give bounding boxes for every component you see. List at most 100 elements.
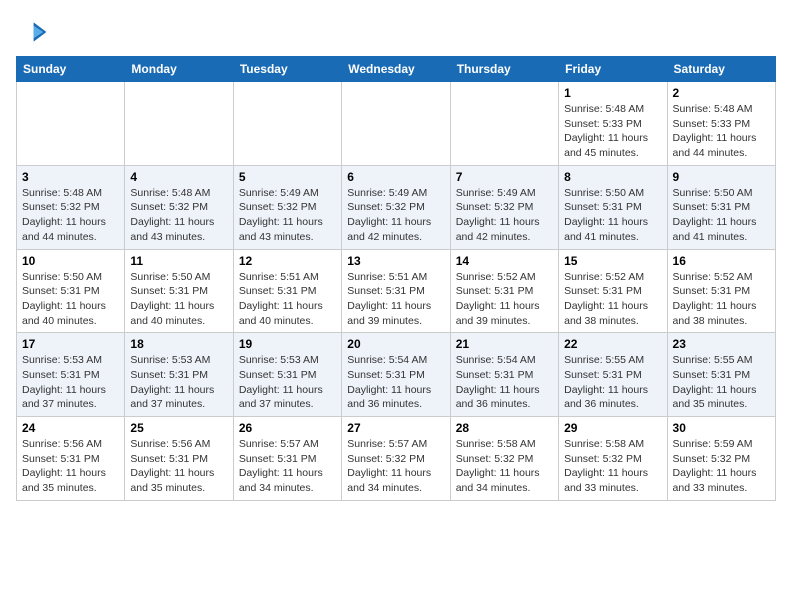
day-info: Sunrise: 5:55 AM Sunset: 5:31 PM Dayligh… (673, 353, 770, 412)
calendar-cell: 29 Sunrise: 5:58 AM Sunset: 5:32 PM Dayli… (559, 417, 667, 501)
day-info: Sunrise: 5:50 AM Sunset: 5:31 PM Dayligh… (564, 186, 661, 245)
day-info: Sunrise: 5:52 AM Sunset: 5:31 PM Dayligh… (564, 270, 661, 329)
day-number: 20 (347, 337, 444, 351)
calendar-cell: 22 Sunrise: 5:55 AM Sunset: 5:31 PM Dayli… (559, 333, 667, 417)
day-number: 23 (673, 337, 770, 351)
logo-icon (16, 16, 48, 48)
calendar-cell: 24 Sunrise: 5:56 AM Sunset: 5:31 PM Dayli… (17, 417, 125, 501)
day-info: Sunrise: 5:58 AM Sunset: 5:32 PM Dayligh… (456, 437, 553, 496)
calendar-cell: 1Sunrise: 5:48 AM Sunset: 5:33 PM Daylig… (559, 82, 667, 166)
weekday-monday: Monday (125, 57, 233, 82)
day-number: 29 (564, 421, 661, 435)
calendar-cell: 23 Sunrise: 5:55 AM Sunset: 5:31 PM Dayli… (667, 333, 775, 417)
calendar-cell (450, 82, 558, 166)
page-header (16, 16, 776, 48)
day-number: 22 (564, 337, 661, 351)
calendar-cell: 9 Sunrise: 5:50 AM Sunset: 5:31 PM Daylig… (667, 165, 775, 249)
calendar-cell: 16 Sunrise: 5:52 AM Sunset: 5:31 PM Dayli… (667, 249, 775, 333)
day-number: 6 (347, 170, 444, 184)
calendar-cell: 5 Sunrise: 5:49 AM Sunset: 5:32 PM Daylig… (233, 165, 341, 249)
day-info: Sunrise: 5:52 AM Sunset: 5:31 PM Dayligh… (673, 270, 770, 329)
calendar-week-2: 3 Sunrise: 5:48 AM Sunset: 5:32 PM Daylig… (17, 165, 776, 249)
day-number: 26 (239, 421, 336, 435)
calendar-week-4: 17 Sunrise: 5:53 AM Sunset: 5:31 PM Dayli… (17, 333, 776, 417)
calendar-table: SundayMondayTuesdayWednesdayThursdayFrid… (16, 56, 776, 501)
day-info: Sunrise: 5:48 AM Sunset: 5:32 PM Dayligh… (130, 186, 227, 245)
calendar-cell: 18 Sunrise: 5:53 AM Sunset: 5:31 PM Dayli… (125, 333, 233, 417)
day-number: 11 (130, 254, 227, 268)
day-number: 14 (456, 254, 553, 268)
day-number: 8 (564, 170, 661, 184)
day-info: Sunrise: 5:54 AM Sunset: 5:31 PM Dayligh… (456, 353, 553, 412)
day-info: Sunrise: 5:53 AM Sunset: 5:31 PM Dayligh… (239, 353, 336, 412)
calendar-cell: 6Sunrise: 5:49 AM Sunset: 5:32 PM Daylig… (342, 165, 450, 249)
calendar-cell (233, 82, 341, 166)
calendar-cell: 15 Sunrise: 5:52 AM Sunset: 5:31 PM Dayli… (559, 249, 667, 333)
day-info: Sunrise: 5:53 AM Sunset: 5:31 PM Dayligh… (22, 353, 119, 412)
calendar-cell: 8 Sunrise: 5:50 AM Sunset: 5:31 PM Daylig… (559, 165, 667, 249)
day-info: Sunrise: 5:56 AM Sunset: 5:31 PM Dayligh… (22, 437, 119, 496)
day-number: 12 (239, 254, 336, 268)
day-number: 18 (130, 337, 227, 351)
calendar-cell: 20Sunrise: 5:54 AM Sunset: 5:31 PM Dayli… (342, 333, 450, 417)
day-info: Sunrise: 5:57 AM Sunset: 5:31 PM Dayligh… (239, 437, 336, 496)
day-number: 7 (456, 170, 553, 184)
calendar-week-5: 24 Sunrise: 5:56 AM Sunset: 5:31 PM Dayli… (17, 417, 776, 501)
calendar-cell: 3 Sunrise: 5:48 AM Sunset: 5:32 PM Daylig… (17, 165, 125, 249)
weekday-tuesday: Tuesday (233, 57, 341, 82)
weekday-header-row: SundayMondayTuesdayWednesdayThursdayFrid… (17, 57, 776, 82)
day-info: Sunrise: 5:50 AM Sunset: 5:31 PM Dayligh… (130, 270, 227, 329)
weekday-saturday: Saturday (667, 57, 775, 82)
calendar-cell (17, 82, 125, 166)
day-number: 24 (22, 421, 119, 435)
day-number: 5 (239, 170, 336, 184)
calendar-week-1: 1 Sunrise: 5:48 AM Sunset: 5:33 PM Daylig… (17, 82, 776, 166)
calendar-cell (342, 82, 450, 166)
calendar-week-3: 10 Sunrise: 5:50 AM Sunset: 5:31 PM Dayli… (17, 249, 776, 333)
day-number: 4 (130, 170, 227, 184)
day-number: 28 (456, 421, 553, 435)
calendar-cell: 27Sunrise: 5:57 AM Sunset: 5:32 PM Dayli… (342, 417, 450, 501)
calendar-cell: 19 Sunrise: 5:53 AM Sunset: 5:31 PM Dayli… (233, 333, 341, 417)
day-info: Sunrise: 5:48 AM Sunset: 5:32 PM Dayligh… (22, 186, 119, 245)
calendar-cell: 17 Sunrise: 5:53 AM Sunset: 5:31 PM Dayli… (17, 333, 125, 417)
calendar-cell: 14Sunrise: 5:52 AM Sunset: 5:31 PM Dayli… (450, 249, 558, 333)
weekday-thursday: Thursday (450, 57, 558, 82)
day-number: 1 (564, 86, 661, 100)
day-number: 15 (564, 254, 661, 268)
day-number: 17 (22, 337, 119, 351)
day-number: 25 (130, 421, 227, 435)
calendar-cell: 25Sunrise: 5:56 AM Sunset: 5:31 PM Dayli… (125, 417, 233, 501)
day-info: Sunrise: 5:50 AM Sunset: 5:31 PM Dayligh… (22, 270, 119, 329)
calendar-cell: 11 Sunrise: 5:50 AM Sunset: 5:31 PM Dayli… (125, 249, 233, 333)
day-info: Sunrise: 5:51 AM Sunset: 5:31 PM Dayligh… (239, 270, 336, 329)
day-info: Sunrise: 5:51 AM Sunset: 5:31 PM Dayligh… (347, 270, 444, 329)
weekday-wednesday: Wednesday (342, 57, 450, 82)
calendar-cell: 10 Sunrise: 5:50 AM Sunset: 5:31 PM Dayli… (17, 249, 125, 333)
day-info: Sunrise: 5:48 AM Sunset: 5:33 PM Dayligh… (673, 102, 770, 161)
calendar-cell: 26 Sunrise: 5:57 AM Sunset: 5:31 PM Dayli… (233, 417, 341, 501)
weekday-friday: Friday (559, 57, 667, 82)
day-number: 9 (673, 170, 770, 184)
calendar-cell: 12 Sunrise: 5:51 AM Sunset: 5:31 PM Dayli… (233, 249, 341, 333)
day-number: 16 (673, 254, 770, 268)
day-number: 3 (22, 170, 119, 184)
logo (16, 16, 52, 48)
day-info: Sunrise: 5:57 AM Sunset: 5:32 PM Dayligh… (347, 437, 444, 496)
day-info: Sunrise: 5:53 AM Sunset: 5:31 PM Dayligh… (130, 353, 227, 412)
day-number: 2 (673, 86, 770, 100)
day-info: Sunrise: 5:49 AM Sunset: 5:32 PM Dayligh… (239, 186, 336, 245)
calendar-cell: 30Sunrise: 5:59 AM Sunset: 5:32 PM Dayli… (667, 417, 775, 501)
day-number: 19 (239, 337, 336, 351)
weekday-sunday: Sunday (17, 57, 125, 82)
calendar-cell: 28 Sunrise: 5:58 AM Sunset: 5:32 PM Dayli… (450, 417, 558, 501)
day-info: Sunrise: 5:55 AM Sunset: 5:31 PM Dayligh… (564, 353, 661, 412)
calendar-cell: 21 Sunrise: 5:54 AM Sunset: 5:31 PM Dayli… (450, 333, 558, 417)
day-number: 21 (456, 337, 553, 351)
day-number: 30 (673, 421, 770, 435)
calendar-cell: 4 Sunrise: 5:48 AM Sunset: 5:32 PM Daylig… (125, 165, 233, 249)
day-info: Sunrise: 5:58 AM Sunset: 5:32 PM Dayligh… (564, 437, 661, 496)
day-number: 10 (22, 254, 119, 268)
day-info: Sunrise: 5:50 AM Sunset: 5:31 PM Dayligh… (673, 186, 770, 245)
calendar-cell: 13Sunrise: 5:51 AM Sunset: 5:31 PM Dayli… (342, 249, 450, 333)
